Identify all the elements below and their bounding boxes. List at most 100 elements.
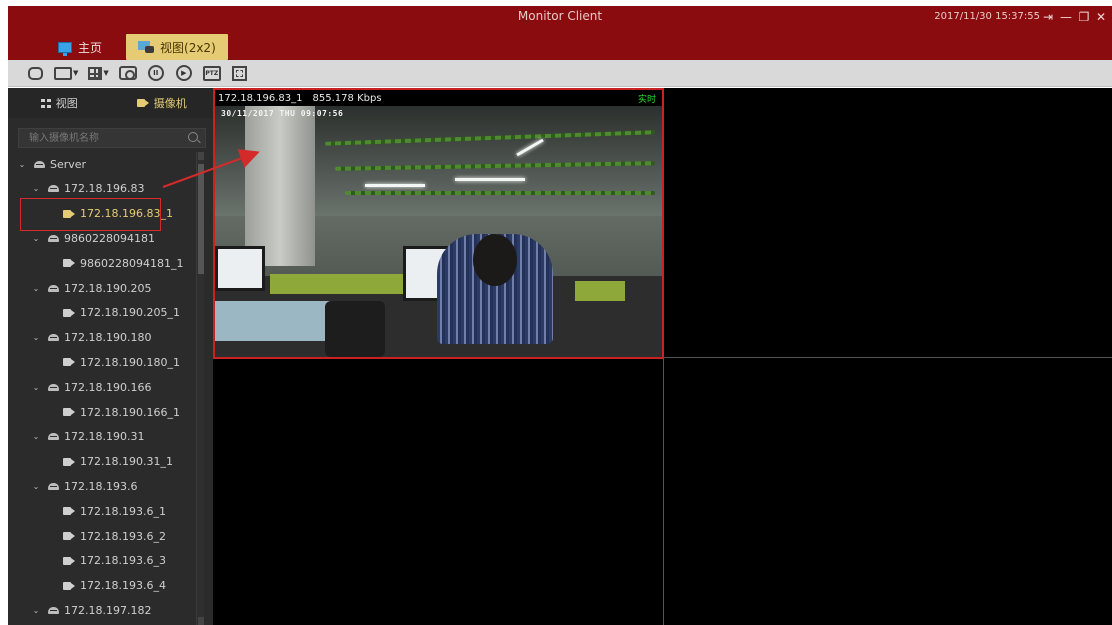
tree-item-label: 9860228094181 [64,231,155,245]
toolbar: ▼ ▼ II ▶ PTZ [8,60,1112,87]
chevron-down-icon[interactable]: ⌄ [32,383,40,392]
tree-item-label: 172.18.193.6_3 [80,554,166,568]
chevron-down-icon[interactable]: ⌄ [32,606,40,615]
device-icon [48,383,59,391]
tree-camera-item[interactable]: 172.18.193.6_2 [8,524,193,548]
tree-device-item[interactable]: ⌄ 172.18.190.205 [8,276,193,300]
server-icon [34,160,45,168]
tree-scrollbar[interactable] [196,152,204,625]
camera-feed-image [215,106,662,357]
tree-item-label: 172.18.190.166 [64,380,152,394]
tree-device-item[interactable]: ⌄ 172.18.190.166 [8,375,193,399]
tab-views-label: 视图 [55,97,78,110]
chevron-down-icon: ▼ [73,69,79,77]
play-icon: ▶ [175,65,192,81]
grid-divider-horizontal [663,357,1112,358]
tab-views[interactable]: 视图 [8,88,111,118]
monitor-icon [58,41,72,56]
camera-icon [63,507,75,516]
tree-item-label: 172.18.193.6_4 [80,579,166,593]
restore-button[interactable]: ❐ [1076,9,1092,25]
tree-item-label: 172.18.193.6_1 [80,504,166,518]
chevron-down-icon[interactable]: ⌄ [32,234,40,243]
pane-camera-name: 172.18.196.83_1 [218,92,303,104]
tree-camera-item[interactable]: 172.18.193.6_4 [8,574,193,598]
grid-layout-select-button[interactable]: ▼ [88,64,109,82]
device-icon [48,482,59,490]
ptz-button[interactable]: PTZ [202,64,221,82]
tree-item-label: 172.18.190.205_1 [80,306,180,320]
chevron-down-icon[interactable]: ⌄ [32,432,40,441]
tree-camera-item[interactable]: 172.18.193.6_1 [8,499,193,523]
layout-icon [54,66,72,80]
grid-icon [40,98,51,108]
ptz-icon: PTZ [202,65,221,81]
tab-cameras[interactable]: 摄像机 [111,88,214,118]
tree-item-label: 172.18.190.166_1 [80,405,180,419]
search-input[interactable] [19,129,179,147]
pause-button[interactable]: II [147,64,165,82]
camera-icon [63,358,75,367]
camera-icon [63,408,75,416]
tree-item-label: 172.18.196.83 [64,182,145,196]
tab-cameras-label: 摄像机 [153,97,187,110]
tree-device-item[interactable]: ⌄ 172.18.190.180 [8,326,193,350]
chevron-down-icon: ▼ [103,69,109,77]
chevron-down-icon[interactable]: ⌄ [32,482,40,491]
video-pane-header: 172.18.196.83_1 855.178 Kbps 实时 [215,90,662,106]
tree-item-label: 172.18.190.180_1 [80,355,180,369]
camera-icon [63,259,75,268]
logout-icon[interactable]: ⇥ [1040,9,1056,25]
tree-device-item[interactable]: ⌄ 172.18.193.6 [8,474,193,498]
tree-server-item[interactable]: ⌄ Server [8,152,193,176]
chevron-down-icon[interactable]: ⌄ [32,333,40,342]
tree-camera-item[interactable]: 172.18.193.6_3 [8,549,193,573]
tree-item-label: 172.18.193.6 [64,479,138,493]
scroll-down-arrow[interactable] [198,617,204,625]
title-bar: Monitor Client 2017/11/30 15:37:55 ⇥ — ❐… [8,6,1112,60]
snapshot-button[interactable] [118,64,137,82]
tab-view-label: 视图(2x2) [160,40,216,55]
scrollbar-thumb[interactable] [198,164,204,274]
open-view-button[interactable] [26,64,44,82]
tree-camera-item[interactable]: 172.18.190.180_1 [8,350,193,374]
scroll-up-arrow[interactable] [198,152,204,160]
pane-bitrate: 855.178 Kbps [312,92,382,104]
tree-item-label: 172.18.197.182 [64,603,152,617]
device-icon [48,606,59,614]
live-status-badge: 实时 [637,95,656,105]
tab-view-2x2[interactable]: 视图(2x2) [126,34,228,60]
tree-device-item[interactable]: ⌄ 172.18.190.31 [8,425,193,449]
minimize-button[interactable]: — [1058,9,1074,25]
chevron-down-icon[interactable]: ⌄ [32,284,40,293]
tab-home[interactable]: 主页 [46,34,114,60]
close-button[interactable]: ✕ [1093,9,1109,25]
sidebar: 视图 摄像机 ⌄Server⌄172.18.196.83172.18.196.8… [8,88,213,625]
tree-device-item[interactable]: ⌄ 172.18.197.182 [8,598,193,622]
camera-icon [63,308,75,317]
fullscreen-button[interactable] [231,64,249,82]
tree-camera-item[interactable]: 172.18.190.166_1 [8,400,193,424]
view-icon [138,41,155,53]
tree-camera-item[interactable]: 172.18.190.205_1 [8,301,193,325]
tree-item-label: 9860228094181_1 [80,256,184,270]
tree-item-label: 172.18.190.205 [64,281,152,295]
camera-icon [63,556,75,565]
chevron-down-icon[interactable]: ⌄ [18,160,26,169]
search-box [18,128,206,148]
play-button[interactable]: ▶ [175,64,193,82]
device-icon [48,334,59,342]
search-icon[interactable] [188,132,198,142]
video-pane-1[interactable]: 172.18.196.83_1 855.178 Kbps 实时 30/11/20… [213,88,664,359]
video-osd-timestamp: 30/11/2017 THU 09:07:56 [221,109,344,118]
device-icon [48,185,59,193]
tree-camera-item[interactable]: 172.18.190.31_1 [8,450,193,474]
tree-camera-item[interactable]: 9860228094181_1 [8,251,193,275]
layout-select-button[interactable]: ▼ [54,64,78,82]
device-icon [48,284,59,292]
camera-icon [136,99,149,107]
tree-item-label: 172.18.190.31 [64,430,145,444]
open-view-icon [27,66,43,80]
chevron-down-icon[interactable]: ⌄ [32,184,40,193]
tab-home-label: 主页 [78,40,103,55]
